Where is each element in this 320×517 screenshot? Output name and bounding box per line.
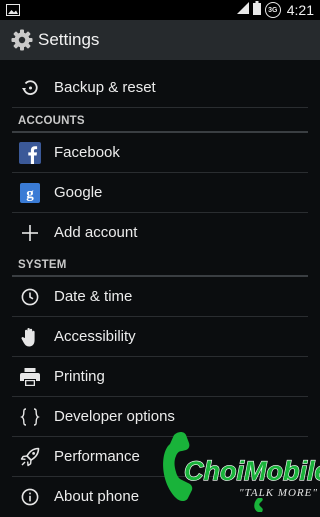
accounts-header-label: ACCOUNTS [18, 115, 85, 127]
printing-label: Printing [54, 368, 105, 385]
facebook-label: Facebook [54, 144, 120, 161]
gear-icon[interactable] [10, 28, 34, 52]
phone-handset-small-icon [254, 498, 263, 512]
watermark-brand: ChoiMobile [184, 456, 320, 486]
notification-image-icon [6, 3, 20, 21]
add-account-item[interactable]: Add account [12, 213, 308, 252]
printer-icon [18, 365, 42, 389]
clock-icon [18, 285, 42, 309]
signal-icon [236, 1, 249, 19]
watermark-tagline: "TALK MORE" [239, 487, 318, 499]
plus-icon [18, 221, 42, 245]
facebook-account-item[interactable]: Facebook [12, 133, 308, 173]
rocket-icon [18, 445, 42, 469]
add-account-label: Add account [54, 224, 138, 241]
action-bar: Settings [0, 20, 320, 60]
google-icon: g [18, 181, 42, 205]
network-3g-icon: 3G [264, 2, 281, 18]
facebook-icon [18, 141, 42, 165]
choimobile-watermark: ChoiMobile "TALK MORE" [150, 422, 320, 512]
printing-item[interactable]: Printing [12, 357, 308, 397]
google-account-item[interactable]: g Google [12, 173, 308, 213]
system-section-header: SYSTEM [12, 252, 308, 277]
backup-restore-icon [18, 76, 42, 100]
braces-icon [18, 405, 42, 429]
battery-icon [252, 0, 261, 20]
accessibility-item[interactable]: Accessibility [12, 317, 308, 357]
page-title: Settings [38, 30, 100, 49]
date-time-item[interactable]: Date & time [12, 277, 308, 317]
system-header-label: SYSTEM [18, 259, 67, 271]
status-time: 4:21 [286, 2, 314, 18]
hand-icon [18, 325, 42, 349]
backup-reset-item[interactable]: Backup & reset [12, 68, 308, 108]
svg-text:g: g [26, 186, 34, 202]
network-label: 3G [268, 6, 278, 14]
google-label: Google [54, 184, 103, 201]
info-icon [18, 485, 42, 509]
performance-label: Performance [54, 448, 140, 465]
accounts-section-header: ACCOUNTS [12, 108, 308, 133]
date-time-label: Date & time [54, 288, 133, 305]
backup-reset-label: Backup & reset [54, 79, 156, 96]
about-phone-label: About phone [54, 488, 140, 505]
status-bar: 3G 4:21 [0, 0, 320, 20]
accessibility-label: Accessibility [54, 328, 136, 345]
